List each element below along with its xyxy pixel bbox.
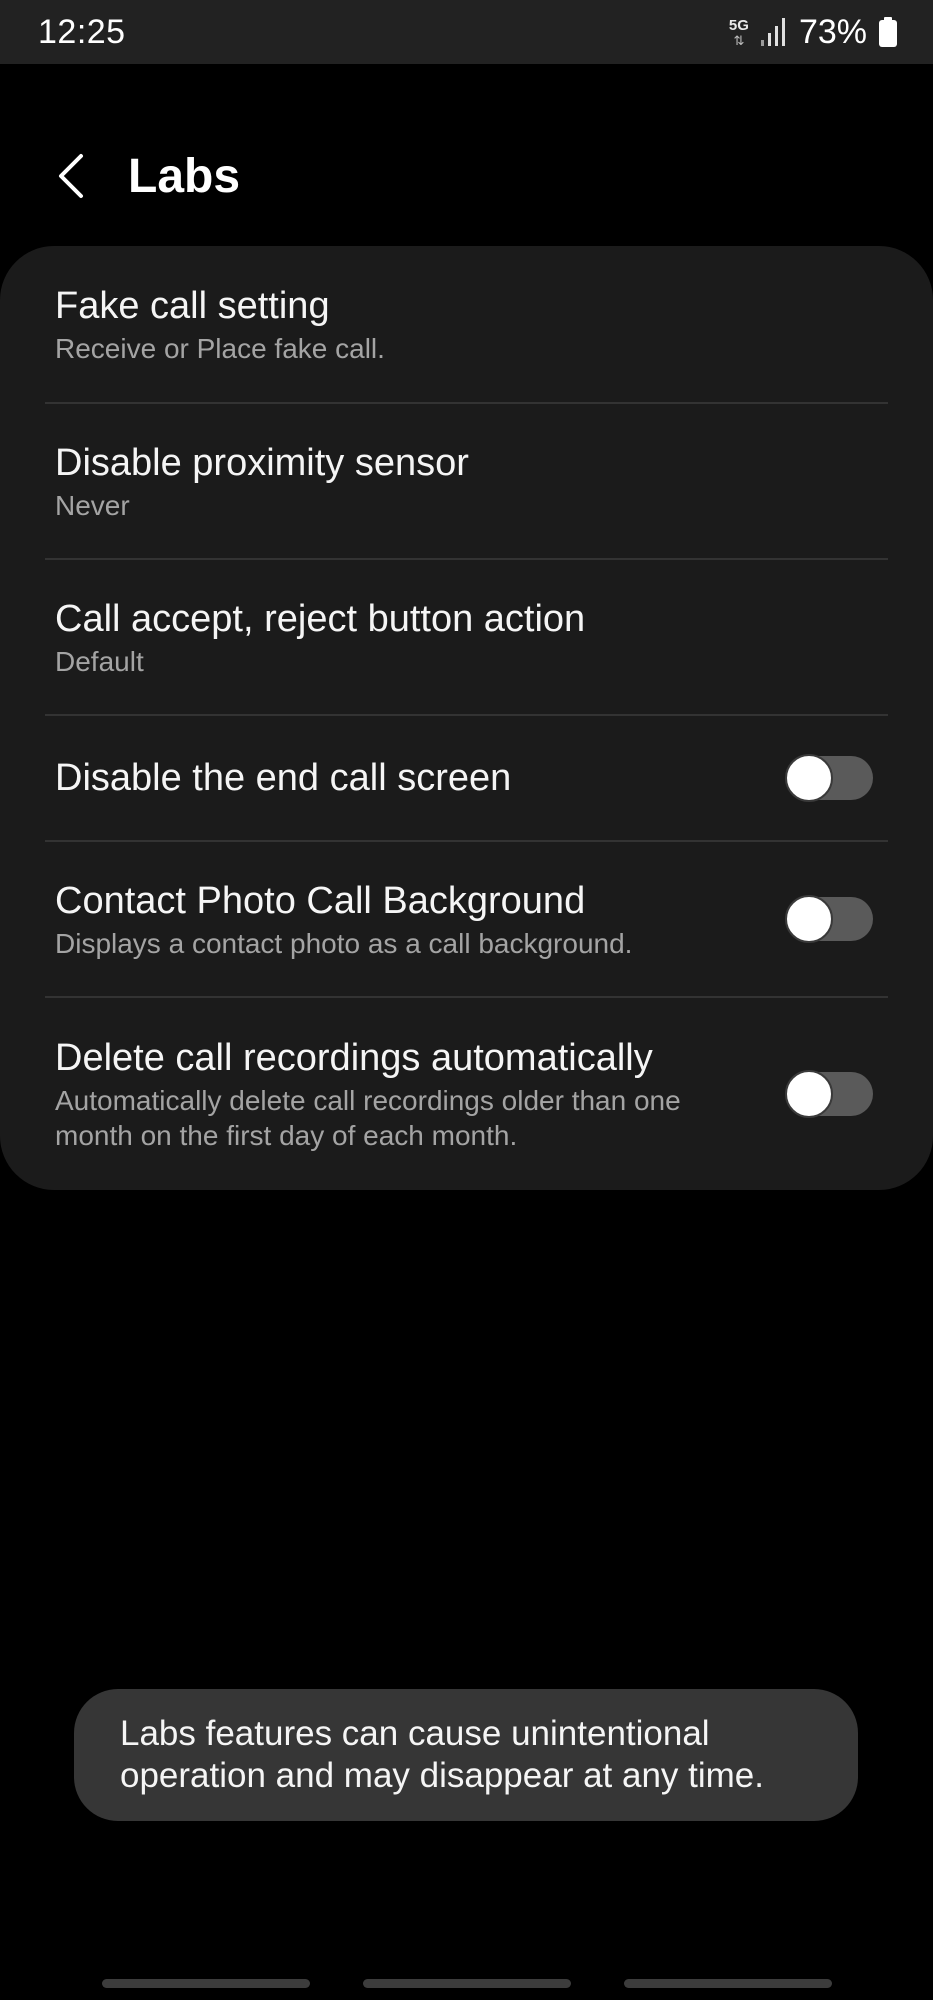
setting-title: Fake call setting [55,284,330,327]
setting-delete-call-recordings[interactable]: Delete call recordings automatically Aut… [0,998,933,1190]
chevron-left-icon [59,154,83,198]
setting-subtitle: Default [55,645,144,677]
nav-home[interactable] [363,1979,571,1988]
nav-back[interactable] [624,1979,832,1988]
setting-title: Delete call recordings automatically [55,1037,653,1079]
signal-icon [760,18,785,46]
delete-call-recordings-toggle[interactable] [785,1070,873,1118]
header: Labs [0,130,933,222]
toggle-knob [785,754,833,802]
toggle-knob [785,895,833,943]
toast-message: Labs features can cause unintentional op… [74,1689,858,1821]
setting-subtitle-line1: Automatically delete call recordings old… [55,1085,681,1116]
setting-subtitle: Displays a contact photo as a call backg… [55,927,633,959]
data-activity-icon: ⇅ [733,32,745,48]
toast-line-1: Labs features can cause unintentional [120,1714,710,1753]
disable-end-call-screen-toggle[interactable] [785,754,873,802]
status-bar: 12:25 5G ⇅ 73% [0,0,933,64]
back-button[interactable] [40,136,100,216]
setting-subtitle: Never [55,489,130,521]
setting-fake-call[interactable]: Fake call setting Receive or Place fake … [0,246,933,402]
status-time: 12:25 [38,12,126,51]
screen: 12:25 5G ⇅ 73% Labs Fake call setting Re… [0,0,933,2000]
setting-title: Disable proximity sensor [55,441,469,484]
setting-subtitle-line2: month on the first day of each month. [55,1120,518,1151]
setting-call-button-action[interactable]: Call accept, reject button action Defaul… [0,560,933,714]
nav-recent-apps[interactable] [102,1979,310,1988]
contact-photo-background-toggle[interactable] [785,895,873,943]
setting-disable-end-call-screen[interactable]: Disable the end call screen [0,716,933,840]
setting-disable-proximity-sensor[interactable]: Disable proximity sensor Never [0,404,933,558]
setting-contact-photo-background[interactable]: Contact Photo Call Background Displays a… [0,842,933,996]
setting-title: Disable the end call screen [55,757,512,799]
battery-percent: 73% [798,12,867,51]
setting-title: Call accept, reject button action [55,597,586,640]
network-type-label: 5G [728,16,749,34]
network-5g-icon: 5G ⇅ [729,18,749,47]
status-icons: 5G ⇅ 73% [729,13,897,52]
battery-icon [879,17,897,47]
setting-subtitle: Receive or Place fake call. [55,332,385,364]
page-title: Labs [128,149,241,203]
toast-line-2: operation and may disappear at any time. [120,1756,764,1795]
toggle-knob [785,1070,833,1118]
settings-card: Fake call setting Receive or Place fake … [0,246,933,1190]
setting-title: Contact Photo Call Background [55,879,586,922]
